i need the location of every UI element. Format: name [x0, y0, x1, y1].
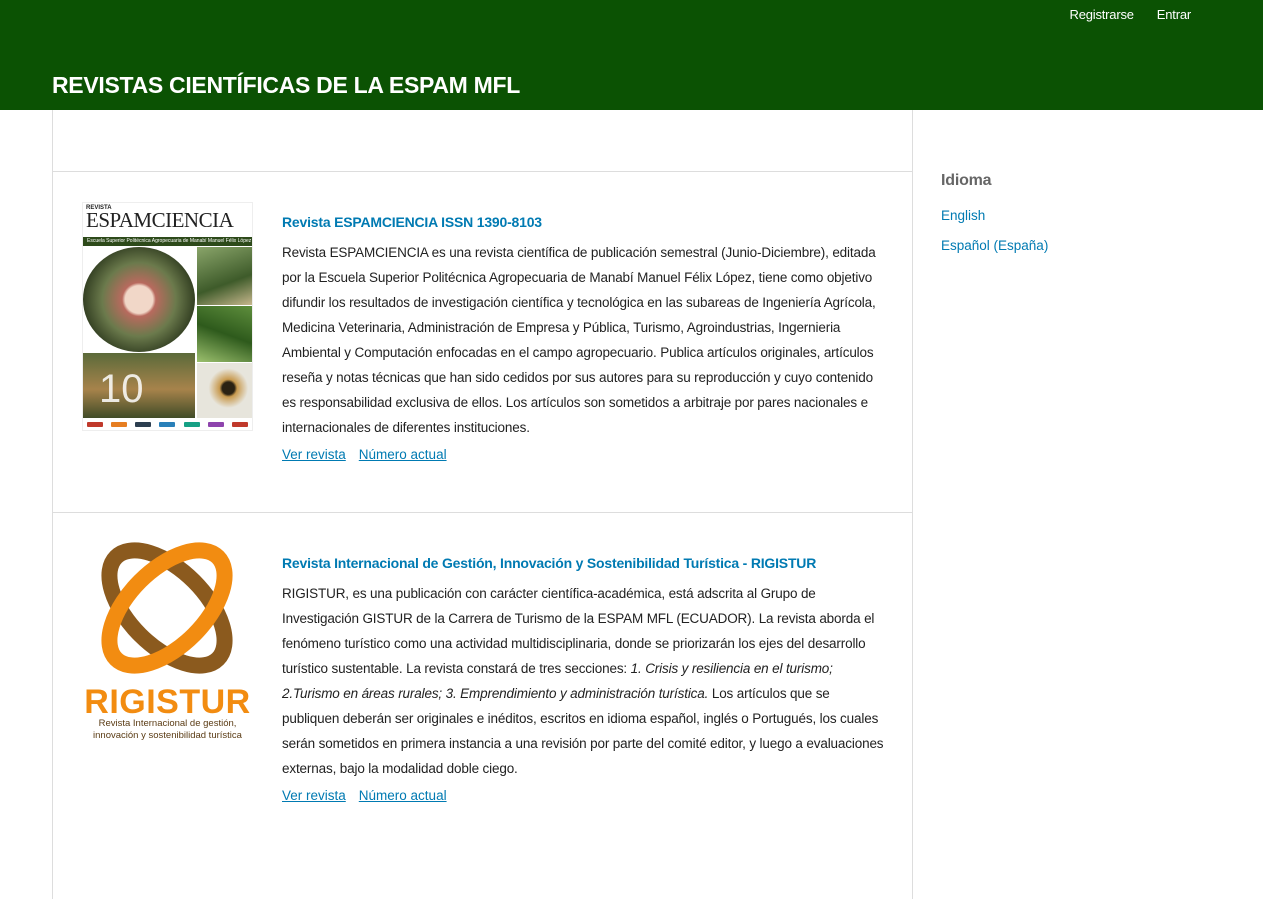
logo-mark — [207, 421, 224, 427]
journal-title-link[interactable]: Revista ESPAMCIENCIA ISSN 1390-8103 — [282, 214, 884, 230]
site-header: Registrarse Entrar REVISTAS CIENTÍFICAS … — [0, 0, 1263, 110]
sidebar-heading: Idioma — [941, 172, 992, 189]
journal-description: Revista ESPAMCIENCIA es una revista cien… — [282, 245, 876, 435]
rigistur-subtitle-line: Revista Internacional de gestión, — [98, 718, 237, 729]
rigistur-subtitle-line: innovación y sostenibilidad turística — [93, 730, 242, 741]
current-issue-link[interactable]: Número actual — [359, 788, 447, 803]
logo-mark — [135, 421, 152, 427]
journal-cover-image: REVISTA ESPAMCIENCIA Escuela Superior Po… — [82, 202, 253, 431]
journal-cover-image: RIGISTUR Revista Internacional de gestió… — [82, 542, 253, 742]
journal-title-link[interactable]: Revista Internacional de Gestión, Innova… — [282, 555, 884, 571]
journal-body: Revista Internacional de Gestión, Innova… — [282, 555, 884, 803]
register-link[interactable]: Registrarse — [1070, 7, 1134, 22]
cover-indexing-logos — [83, 418, 252, 430]
logo-mark — [183, 421, 200, 427]
cover-photo-insect — [197, 363, 252, 419]
main-content: REVISTA ESPAMCIENCIA Escuela Superior Po… — [52, 110, 913, 899]
journal-links: Ver revista Número actual — [282, 788, 884, 803]
view-journal-link[interactable]: Ver revista — [282, 788, 346, 803]
language-item: English — [941, 207, 1048, 225]
language-list: English Español (España) — [941, 207, 1048, 255]
cover-photo-leaf — [197, 306, 252, 362]
journal-body: Revista ESPAMCIENCIA ISSN 1390-8103 Revi… — [282, 214, 884, 462]
divider — [53, 171, 912, 172]
rigistur-rings-logo — [101, 542, 233, 674]
cover-name: ESPAMCIENCIA — [86, 208, 234, 232]
logo-mark — [111, 421, 128, 427]
cover-photo-flower — [83, 247, 195, 352]
journal-thumbnail-link[interactable]: REVISTA ESPAMCIENCIA Escuela Superior Po… — [82, 202, 253, 431]
current-issue-link[interactable]: Número actual — [359, 447, 447, 462]
language-link-espanol[interactable]: Español (España) — [941, 238, 1048, 253]
divider — [53, 512, 912, 513]
sidebar-language: Idioma English Español (España) — [941, 172, 1048, 267]
journal-links: Ver revista Número actual — [282, 447, 884, 462]
journal-description: RIGISTUR, es una publicación con carácte… — [282, 581, 884, 781]
logo-mark — [159, 421, 176, 427]
rigistur-subtitle: Revista Internacional de gestión, innova… — [82, 718, 253, 742]
language-item: Español (España) — [941, 237, 1048, 255]
cover-number: 10 — [99, 367, 144, 411]
scrollbar[interactable] — [1263, 0, 1280, 899]
cover-photo-plant — [197, 247, 252, 305]
user-nav: Registrarse Entrar — [1070, 7, 1192, 22]
view-journal-link[interactable]: Ver revista — [282, 447, 346, 462]
journal-thumbnail-link[interactable]: RIGISTUR Revista Internacional de gestió… — [82, 542, 253, 742]
site-title[interactable]: REVISTAS CIENTÍFICAS DE LA ESPAM MFL — [52, 72, 520, 99]
language-link-english[interactable]: English — [941, 208, 985, 223]
logo-mark — [231, 421, 248, 427]
rigistur-brand: RIGISTUR — [84, 683, 251, 721]
login-link[interactable]: Entrar — [1157, 7, 1191, 22]
cover-strip: Escuela Superior Politécnica Agropecuari… — [83, 237, 252, 246]
logo-mark — [87, 421, 104, 427]
